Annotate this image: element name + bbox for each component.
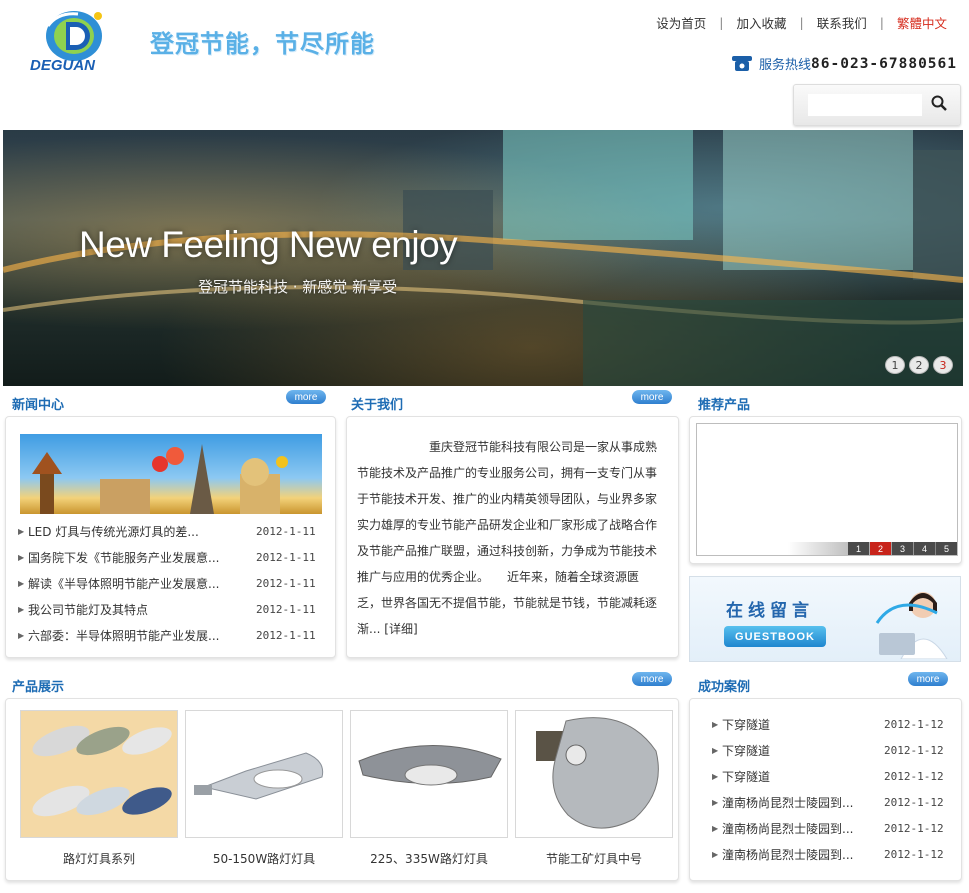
recommend-page-2[interactable]: 2: [870, 542, 891, 555]
banner-headline: New Feeling New enjoy: [79, 224, 458, 265]
news-banner-image: [20, 434, 322, 514]
guestbook-banner[interactable]: 在线留言 GUESTBOOK: [689, 576, 961, 662]
products-title: 产品展示: [12, 680, 65, 695]
news-more-button[interactable]: more: [286, 390, 326, 404]
list-item[interactable]: ▶ 下穿隧道 2012-1-12: [712, 737, 944, 763]
list-item[interactable]: ▶ 下穿隧道 2012-1-12: [712, 763, 944, 789]
product-name[interactable]: 50-150W路灯灯具: [185, 850, 343, 867]
arrow-icon: ▶: [18, 552, 25, 562]
arrow-icon: ▶: [18, 630, 25, 640]
product-card[interactable]: [185, 710, 343, 838]
list-item[interactable]: ▶ LED 灯具与传统光源灯具的差... 2012-1-11: [18, 518, 316, 544]
traditional-chinese-link[interactable]: 繁體中文: [884, 13, 947, 32]
recommend-slideshow[interactable]: [696, 423, 958, 556]
recommend-page-1[interactable]: 1: [848, 542, 869, 555]
arrow-icon: ▶: [712, 823, 719, 833]
about-title: 关于我们: [351, 398, 404, 413]
list-item[interactable]: ▶ 国务院下发《节能服务产业发展意... 2012-1-11: [18, 544, 316, 570]
operator-woman-image: [875, 592, 948, 659]
recommend-pager: 1 2 3 4 5: [848, 542, 957, 555]
about-more-button[interactable]: more: [632, 390, 672, 404]
guestbook-button[interactable]: GUESTBOOK: [724, 626, 826, 647]
list-item[interactable]: ▶ 下穿隧道 2012-1-12: [712, 711, 944, 737]
street-lamp-image: [358, 745, 502, 786]
street-lamp-series-image: [21, 711, 177, 837]
add-favorite-link[interactable]: 加入收藏: [724, 13, 800, 32]
mining-lamp-image: [536, 717, 659, 829]
banner-page-1[interactable]: 1: [885, 356, 905, 374]
hotline-number: 86-023-67880561: [811, 55, 957, 72]
product-card[interactable]: [350, 710, 508, 838]
set-homepage-link[interactable]: 设为首页: [643, 13, 719, 32]
guestbook-title: 在线留言: [726, 601, 814, 621]
list-item[interactable]: ▶ 六部委：半导体照明节能产业发展... 2012-1-11: [18, 622, 316, 648]
product-name[interactable]: 225、335W路灯灯具: [350, 850, 508, 867]
banner-page-2[interactable]: 2: [909, 356, 929, 374]
product-name[interactable]: 节能工矿灯具中号: [515, 850, 673, 867]
street-lamp-image: [194, 752, 324, 800]
cases-list: ▶ 下穿隧道 2012-1-12 ▶ 下穿隧道 2012-1-12 ▶ 下穿隧道 2012-…: [712, 711, 944, 867]
search-input[interactable]: [808, 94, 922, 116]
banner-slideshow[interactable]: New Feeling New enjoy 登冠节能科技 · 新感觉 新享受 1…: [3, 130, 963, 386]
news-title: 新闻中心: [12, 398, 65, 413]
recommend-title: 推荐产品: [698, 398, 751, 413]
news-list: ▶ LED 灯具与传统光源灯具的差... 2012-1-11 ▶ 国务院下发《节能服务…: [18, 518, 316, 648]
banner-subline: 登冠节能科技 · 新感觉 新享受: [198, 278, 398, 296]
banner-page-3[interactable]: 3: [933, 356, 953, 374]
top-links: 设为首页 | 加入收藏 | 联系我们 | 繁體中文: [643, 13, 947, 32]
search-icon[interactable]: [930, 94, 948, 112]
landmarks-image: [32, 444, 288, 514]
cases-more-button[interactable]: more: [908, 672, 948, 686]
slogan: 登冠节能，节尽所能: [150, 30, 375, 58]
about-text: 重庆登冠节能科技有限公司是一家从事成熟节能技术及产品推广的专业服务公司，拥有一支…: [357, 440, 658, 636]
list-item[interactable]: ▶ 我公司节能灯及其特点 2012-1-11: [18, 596, 316, 622]
logo-text: DEGUAN: [30, 57, 96, 74]
banner-pager: 1 2 3: [885, 356, 953, 374]
hotline: 服务热线 86-023-67880561: [731, 54, 957, 73]
products-more-button[interactable]: more: [632, 672, 672, 686]
hotline-label: 服务热线: [759, 58, 812, 73]
contact-us-link[interactable]: 联系我们: [804, 13, 880, 32]
product-name[interactable]: 路灯灯具系列: [20, 850, 178, 867]
search-box: [793, 84, 961, 126]
recommend-page-5[interactable]: 5: [936, 542, 957, 555]
list-item[interactable]: ▶ 解读《半导体照明节能产业发展意... 2012-1-11: [18, 570, 316, 596]
list-item[interactable]: ▶ 潼南杨尚昆烈士陵园到... 2012-1-12: [712, 841, 944, 867]
arrow-icon: ▶: [18, 526, 25, 536]
product-card[interactable]: [515, 710, 673, 838]
arrow-icon: ▶: [712, 771, 719, 781]
product-card[interactable]: [20, 710, 178, 838]
arrow-icon: ▶: [712, 797, 719, 807]
recommend-page-3[interactable]: 3: [892, 542, 913, 555]
phone-icon: [732, 56, 753, 71]
list-item[interactable]: ▶ 潼南杨尚昆烈士陵园到... 2012-1-12: [712, 789, 944, 815]
arrow-icon: ▶: [712, 745, 719, 755]
about-detail-link[interactable]: [详细]: [384, 622, 417, 636]
arrow-icon: ▶: [712, 719, 719, 729]
arrow-icon: ▶: [18, 604, 25, 614]
cases-title: 成功案例: [698, 680, 751, 695]
list-item[interactable]: ▶ 潼南杨尚昆烈士陵园到... 2012-1-12: [712, 815, 944, 841]
recommend-page-4[interactable]: 4: [914, 542, 935, 555]
arrow-icon: ▶: [712, 849, 719, 859]
arrow-icon: ▶: [18, 578, 25, 588]
